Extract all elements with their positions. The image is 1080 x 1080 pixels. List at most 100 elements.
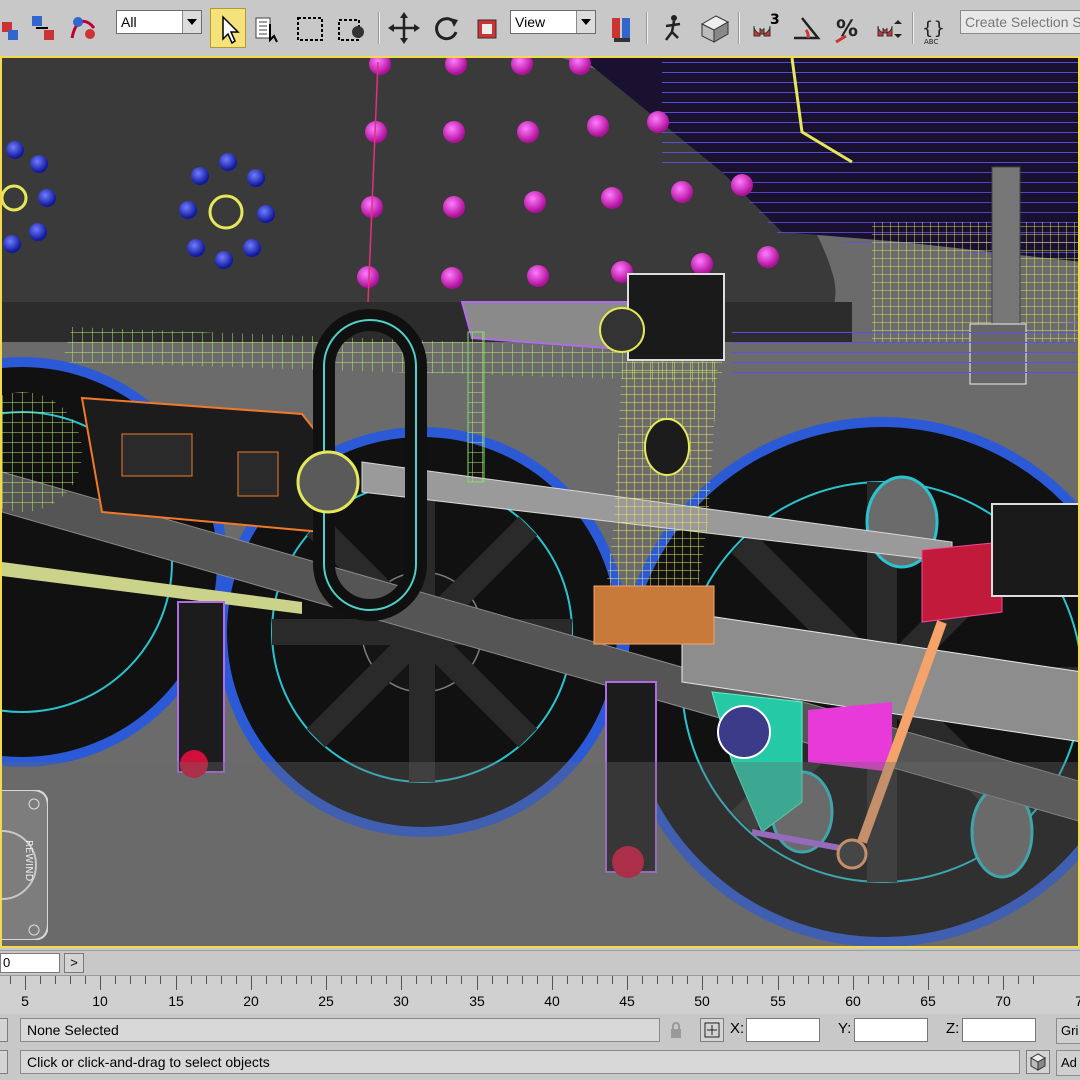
- y-coord-field[interactable]: [854, 1018, 928, 1042]
- slot-left: [121, 433, 193, 477]
- steering-wheel-widget[interactable]: REWIND: [2, 789, 49, 941]
- prompt-line-text: Click or click-and-drag to select object…: [27, 1054, 270, 1070]
- selection-status-text: None Selected: [27, 1022, 119, 1038]
- absolute-mode-transform-icon[interactable]: [700, 1018, 724, 1042]
- track-tick: [883, 976, 884, 984]
- track-tick: [371, 976, 372, 984]
- track-tick-label: 20: [243, 993, 259, 1009]
- z-coord-label: Z:: [946, 1020, 960, 1037]
- track-tick: [70, 976, 71, 984]
- next-frame-button[interactable]: >: [64, 953, 84, 973]
- edit-named-selection-icon[interactable]: {} ABC: [918, 8, 954, 48]
- perspective-viewport[interactable]: REWIND: [0, 56, 1080, 948]
- viewport-scene: [2, 58, 1078, 946]
- track-tick: [431, 976, 432, 984]
- bind-icon[interactable]: [66, 8, 102, 48]
- isolate-selection-icon[interactable]: [1026, 1050, 1050, 1074]
- track-tick: [973, 976, 974, 984]
- snap-toggle-icon[interactable]: 3: [746, 8, 782, 48]
- track-tick: [657, 976, 658, 984]
- track-tick-label: 5: [21, 993, 29, 1009]
- selection-filter-dropdown[interactable]: All: [116, 10, 202, 34]
- arm-bracket: [627, 273, 725, 361]
- track-tick: [206, 976, 207, 984]
- hanger-hole: [644, 418, 690, 476]
- select-by-name-icon[interactable]: [250, 8, 286, 48]
- track-tick-label: 40: [544, 993, 560, 1009]
- track-tick: [1018, 976, 1019, 984]
- track-tick: [778, 976, 779, 990]
- named-selection-input[interactable]: Create Selection Se: [960, 10, 1080, 34]
- percent-snap-icon[interactable]: %: [830, 8, 866, 48]
- track-tick: [612, 976, 613, 984]
- keyboard-shortcut-icon[interactable]: [696, 8, 732, 48]
- track-bar[interactable]: 5 10 15 20 25 30 35 40 45 50 55 60 65 70 7: [0, 975, 1080, 1015]
- ground-shade: [2, 762, 1078, 946]
- rotate-icon[interactable]: [428, 8, 464, 48]
- x-coord-label: X:: [730, 1020, 745, 1037]
- x-coord-field[interactable]: [746, 1018, 820, 1042]
- grid-button[interactable]: Gri: [1056, 1018, 1080, 1044]
- track-tick: [853, 976, 854, 990]
- track-tick: [702, 976, 703, 990]
- select-manipulate-icon[interactable]: [654, 8, 690, 48]
- time-slider[interactable]: 0 >: [0, 950, 1080, 975]
- angle-snap-icon[interactable]: [788, 8, 824, 48]
- reference-coordinate-dropdown[interactable]: View: [510, 10, 596, 34]
- add-key-button[interactable]: Ad: [1056, 1050, 1080, 1076]
- track-tick-label: 7: [1075, 993, 1080, 1009]
- prompt-line: Click or click-and-drag to select object…: [20, 1050, 1020, 1074]
- eccentric-rod-end: [808, 702, 892, 772]
- move-icon[interactable]: [386, 8, 422, 48]
- scale-icon[interactable]: [470, 8, 506, 48]
- crank-pin: [717, 705, 771, 759]
- unlink-icon[interactable]: [0, 8, 24, 48]
- track-tick: [10, 976, 11, 984]
- rectangular-selection-icon[interactable]: [292, 8, 328, 48]
- track-tick: [762, 976, 763, 984]
- bind-space-warp-icon[interactable]: [26, 8, 62, 48]
- track-tick-label: 10: [92, 993, 108, 1009]
- track-tick: [552, 976, 553, 990]
- track-tick: [356, 976, 357, 984]
- pivot-center-icon[interactable]: [604, 8, 640, 48]
- svg-text:{}: {}: [922, 18, 945, 39]
- selection-status: None Selected: [20, 1018, 660, 1042]
- track-tick: [672, 976, 673, 984]
- valve-chest: [991, 503, 1078, 597]
- boiler-wire-lines: [662, 62, 1078, 172]
- track-tick: [808, 976, 809, 984]
- track-tick: [642, 976, 643, 984]
- track-tick: [868, 976, 869, 984]
- named-selection-placeholder: Create Selection Se: [965, 14, 1080, 30]
- arm-pivot: [599, 307, 645, 353]
- track-tick: [537, 976, 538, 984]
- current-frame-field[interactable]: 0: [0, 953, 60, 973]
- track-tick: [1033, 976, 1034, 984]
- window-crossing-icon[interactable]: [334, 8, 370, 48]
- maxscript-listener-button[interactable]: [0, 1018, 8, 1042]
- select-object-button[interactable]: [210, 8, 246, 48]
- y-coord-label: Y:: [838, 1020, 852, 1037]
- track-tick: [446, 976, 447, 984]
- prompt-toggle-button[interactable]: [0, 1050, 8, 1074]
- vertical-post: [991, 166, 1021, 328]
- edit-named-sel-label: ABC: [924, 38, 938, 46]
- z-coord-field[interactable]: [962, 1018, 1036, 1042]
- chevron-down-icon: [182, 11, 201, 33]
- track-tick-label: 65: [920, 993, 936, 1009]
- leaf-spring-right: [732, 322, 1078, 382]
- track-tick: [747, 976, 748, 984]
- track-tick: [627, 976, 628, 990]
- track-tick: [1003, 976, 1004, 990]
- spinner-snap-icon[interactable]: [872, 8, 908, 48]
- track-tick: [838, 976, 839, 984]
- track-tick: [341, 976, 342, 984]
- track-tick: [311, 976, 312, 984]
- track-tick: [582, 976, 583, 984]
- percent-snap-label: %: [836, 17, 858, 42]
- lock-icon[interactable]: [664, 1018, 688, 1042]
- chevron-down-icon: [576, 11, 595, 33]
- track-tick: [145, 976, 146, 984]
- track-tick-label: 60: [845, 993, 861, 1009]
